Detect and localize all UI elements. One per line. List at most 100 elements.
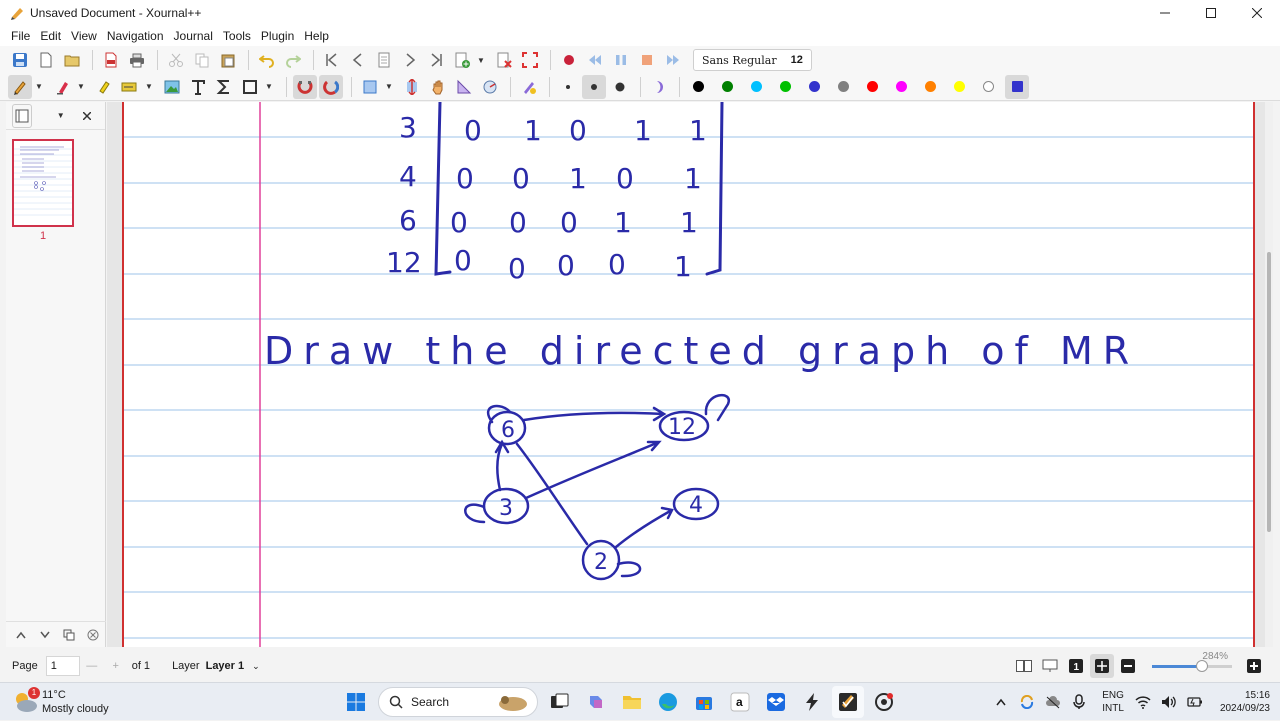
print-icon[interactable] <box>125 48 149 72</box>
eraser-dropdown[interactable]: ▼ <box>76 75 86 99</box>
color-swatch[interactable] <box>860 75 884 99</box>
text-highlight-icon[interactable] <box>118 75 142 99</box>
thick-line-icon[interactable] <box>608 75 632 99</box>
color-swatch[interactable] <box>773 75 797 99</box>
color-swatch[interactable] <box>1005 74 1029 99</box>
hand-tool-icon[interactable] <box>426 75 450 99</box>
close-window-button[interactable] <box>1234 0 1280 26</box>
zoom-slider[interactable] <box>1152 659 1232 672</box>
font-selector[interactable]: Sans Regular 12 <box>693 49 812 71</box>
page-preview-icon[interactable] <box>12 103 33 128</box>
scrollbar-thumb[interactable] <box>1267 252 1271 532</box>
layer-select[interactable]: Layer 1 <box>206 660 245 672</box>
record-icon[interactable] <box>557 48 581 72</box>
color-swatch[interactable] <box>686 75 710 99</box>
fullscreen-icon[interactable] <box>518 48 542 72</box>
vertical-scrollbar[interactable] <box>1265 102 1273 647</box>
stop-icon[interactable] <box>635 48 659 72</box>
delete-page-sidebar-icon[interactable] <box>82 625 104 645</box>
taskbar-search[interactable]: Search <box>378 687 538 717</box>
windows-start-icon[interactable] <box>340 686 372 718</box>
page-thumbnail[interactable] <box>12 139 74 227</box>
presentation-view-icon[interactable] <box>1038 654 1062 678</box>
highlighter-tool-icon[interactable] <box>92 75 116 99</box>
menu-file[interactable]: File <box>6 29 35 43</box>
copy-icon[interactable] <box>190 48 214 72</box>
pen-tool-icon[interactable] <box>8 74 32 99</box>
cut-icon[interactable] <box>164 48 188 72</box>
weather-widget[interactable]: 1 11°C Mostly cloudy <box>12 686 132 718</box>
menu-help[interactable]: Help <box>299 29 334 43</box>
color-swatch[interactable] <box>889 75 913 99</box>
color-swatch[interactable] <box>744 75 768 99</box>
microsoft-store-icon[interactable] <box>688 686 720 718</box>
math-tex-icon[interactable] <box>212 75 236 99</box>
zoom-out-icon[interactable] <box>1116 654 1140 678</box>
select-rect-icon[interactable] <box>358 75 382 99</box>
goto-page-icon[interactable] <box>372 48 396 72</box>
sidebar-view-dropdown[interactable]: ▼ <box>56 104 65 128</box>
zoom-slider-knob[interactable] <box>1196 659 1208 672</box>
wifi-icon[interactable] <box>1132 691 1154 713</box>
screen-recorder-icon[interactable] <box>868 686 900 718</box>
zap-app-icon[interactable] <box>796 686 828 718</box>
input-language[interactable]: ENG INTL <box>1102 689 1124 715</box>
undo-icon[interactable] <box>255 48 279 72</box>
line-style-icon[interactable] <box>647 75 671 99</box>
rewind-icon[interactable] <box>583 48 607 72</box>
fill-tool-icon[interactable] <box>517 75 541 99</box>
select-dropdown[interactable]: ▼ <box>384 75 394 99</box>
maximize-button[interactable] <box>1188 0 1234 26</box>
copilot-icon[interactable] <box>580 686 612 718</box>
show-hidden-icons-icon[interactable] <box>990 691 1012 713</box>
two-page-view-icon[interactable] <box>1012 654 1036 678</box>
delete-page-icon[interactable] <box>492 48 516 72</box>
zoom-in-icon[interactable] <box>1242 654 1266 678</box>
microphone-icon[interactable] <box>1068 691 1090 713</box>
file-explorer-icon[interactable] <box>616 686 648 718</box>
menu-edit[interactable]: Edit <box>35 29 66 43</box>
fast-forward-icon[interactable] <box>661 48 685 72</box>
edge-browser-icon[interactable] <box>652 686 684 718</box>
save-icon[interactable] <box>8 48 32 72</box>
zoom-100-icon[interactable]: 1 <box>1064 654 1088 678</box>
task-view-icon[interactable] <box>544 686 576 718</box>
dropbox-icon[interactable] <box>760 686 792 718</box>
last-page-icon[interactable] <box>424 48 448 72</box>
medium-line-icon[interactable] <box>582 74 606 99</box>
color-swatch[interactable] <box>976 75 1000 99</box>
next-page-icon[interactable] <box>398 48 422 72</box>
layer-dropdown-icon[interactable]: ⌄ <box>252 661 260 672</box>
move-page-down-icon[interactable] <box>34 625 56 645</box>
insert-page-dropdown[interactable]: ▼ <box>476 48 486 72</box>
page-decrement-button[interactable]: — <box>80 656 104 676</box>
page-number-input[interactable]: 1 <box>45 656 80 676</box>
setsquare-icon[interactable] <box>452 75 476 99</box>
menu-navigation[interactable]: Navigation <box>102 29 169 43</box>
menu-journal[interactable]: Journal <box>169 29 218 43</box>
shape-rectangle-icon[interactable] <box>238 75 262 99</box>
amazon-icon[interactable]: a <box>724 686 756 718</box>
paste-icon[interactable] <box>216 48 240 72</box>
system-clock[interactable]: 15:16 2024/09/23 <box>1220 689 1270 715</box>
image-tool-icon[interactable] <box>160 75 184 99</box>
color-swatch[interactable] <box>918 75 942 99</box>
pen-dropdown[interactable]: ▼ <box>34 75 44 99</box>
color-swatch[interactable] <box>831 75 855 99</box>
volume-icon[interactable] <box>1158 691 1180 713</box>
zoom-fit-icon[interactable] <box>1090 654 1114 678</box>
pause-icon[interactable] <box>609 48 633 72</box>
page-drawing[interactable]: 3 0 1 0 1 1 4 0 0 1 0 1 6 0 0 0 1 1 12 0 <box>124 102 1253 647</box>
move-page-up-icon[interactable] <box>10 625 32 645</box>
battery-icon[interactable] <box>1184 691 1206 713</box>
thin-line-icon[interactable] <box>556 75 580 99</box>
menu-tools[interactable]: Tools <box>218 29 256 43</box>
insert-page-icon[interactable] <box>450 48 474 72</box>
color-swatch[interactable] <box>715 75 739 99</box>
vertical-space-icon[interactable] <box>400 75 424 99</box>
color-swatch[interactable] <box>802 75 826 99</box>
shape-dropdown[interactable]: ▼ <box>264 75 274 99</box>
open-folder-icon[interactable] <box>60 48 84 72</box>
xournal-taskbar-icon[interactable] <box>832 686 864 718</box>
page-increment-button[interactable]: + <box>104 656 128 676</box>
